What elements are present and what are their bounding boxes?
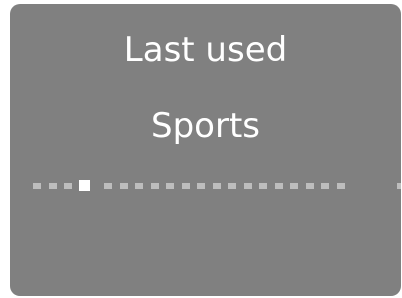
page-dot <box>228 183 236 189</box>
watch-screen: Last used Sports <box>10 4 401 296</box>
page-dot <box>119 183 128 189</box>
page-dot <box>321 183 329 189</box>
page-indicator <box>10 176 401 196</box>
page-dot <box>336 183 345 189</box>
page-dot-active <box>78 180 90 191</box>
page-dot <box>274 183 283 189</box>
page-dot <box>396 183 401 189</box>
page-dot <box>305 183 314 189</box>
page-dot <box>166 183 174 189</box>
page-dot <box>290 183 298 189</box>
activity-mode-label[interactable]: Sports <box>10 106 401 146</box>
page-dot <box>197 183 205 189</box>
page-dot <box>243 183 252 189</box>
page-dot <box>181 183 190 189</box>
last-used-label: Last used <box>123 30 288 70</box>
page-dot <box>212 183 221 189</box>
page-dot <box>64 183 72 189</box>
page-dot <box>48 183 57 189</box>
page-dot <box>33 183 41 189</box>
page-dot <box>150 183 159 189</box>
page-dot <box>104 183 112 189</box>
page-dot <box>259 183 267 189</box>
page-dot <box>135 183 143 189</box>
